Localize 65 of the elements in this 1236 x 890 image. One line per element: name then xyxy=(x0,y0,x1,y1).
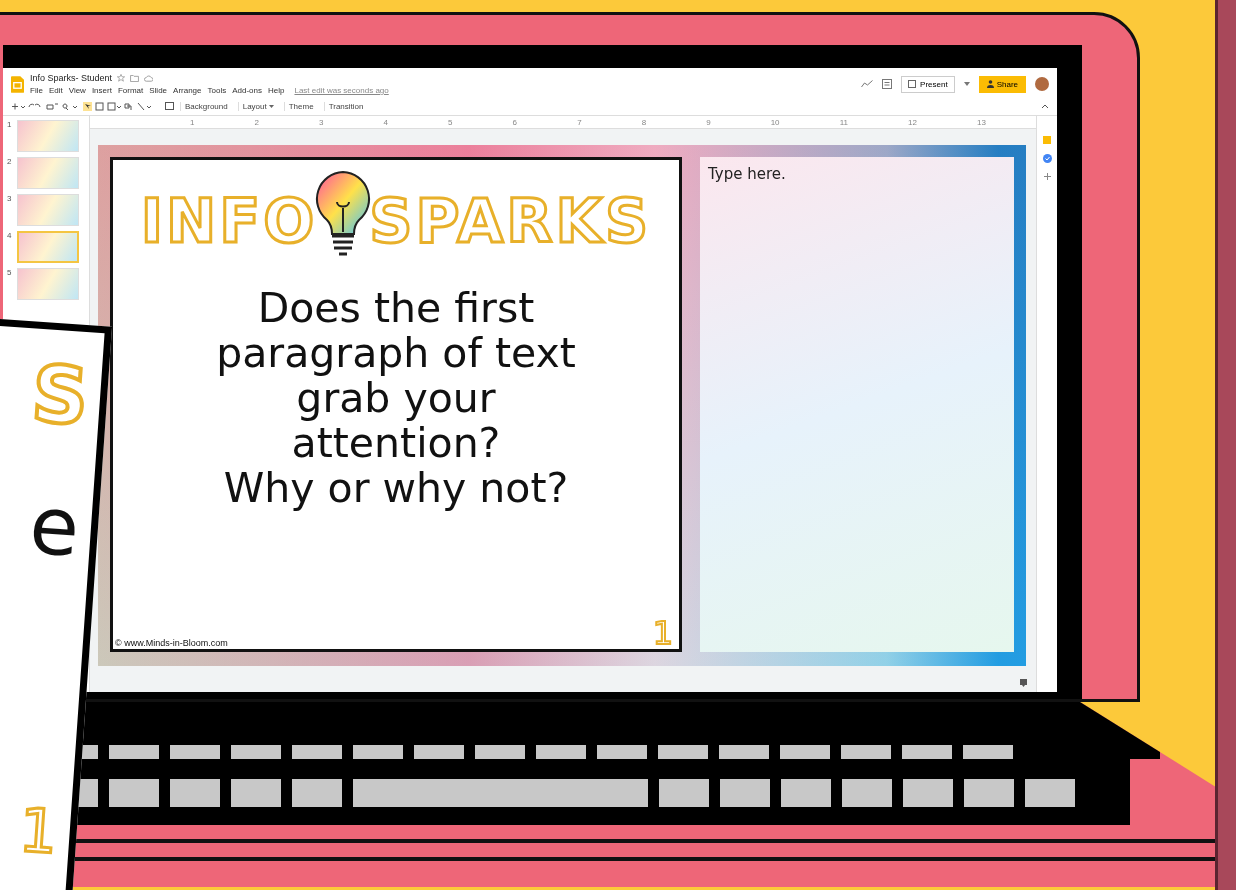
ruler-number: 4 xyxy=(383,117,389,127)
person-icon xyxy=(986,80,994,88)
logo-text: INFO xyxy=(140,186,318,258)
share-button[interactable]: Share xyxy=(978,75,1026,93)
menu-item[interactable]: Insert xyxy=(91,86,112,95)
ruler-number: 1 xyxy=(190,117,195,127)
ruler-number: 2 xyxy=(254,117,259,127)
comment-icon[interactable] xyxy=(882,79,893,89)
logo-text: S xyxy=(28,348,92,443)
ruler-number: 10 xyxy=(770,117,780,127)
slides-logo-icon xyxy=(11,75,24,93)
menu-item[interactable]: File xyxy=(30,86,43,95)
avatar[interactable] xyxy=(1035,77,1049,91)
ruler-number: 12 xyxy=(908,117,917,127)
slide-number: 4 xyxy=(7,231,13,242)
menu-item[interactable]: Slide xyxy=(149,86,168,95)
copyright-text: © www.Minds-in-Bloom.com xyxy=(115,638,228,649)
ruler-number: 9 xyxy=(706,117,711,127)
ruler-number: 11 xyxy=(839,117,848,127)
toolbar-button[interactable]: Theme xyxy=(283,101,318,111)
explore-icon[interactable] xyxy=(1019,677,1028,687)
toolbar-button[interactable]: Background xyxy=(180,101,232,111)
check-icon[interactable] xyxy=(1042,154,1052,163)
ruler-number: 13 xyxy=(977,117,986,127)
menu-item[interactable]: Format xyxy=(117,86,144,95)
ruler-number: 6 xyxy=(512,117,518,127)
menu-item[interactable]: Tools xyxy=(207,86,227,95)
slide-thumbnail[interactable] xyxy=(17,194,79,226)
present-button[interactable]: Present xyxy=(901,75,955,93)
toolbar-button[interactable]: Transition xyxy=(323,101,368,111)
slide-number: 2 xyxy=(7,157,13,168)
star-icon[interactable] xyxy=(117,74,126,82)
slide-number: 3 xyxy=(7,194,13,205)
slide-number: 5 xyxy=(7,268,13,279)
caret-icon[interactable] xyxy=(963,82,970,86)
cloud-icon[interactable] xyxy=(144,74,154,82)
folder-icon[interactable] xyxy=(130,74,140,82)
menu-item[interactable]: View xyxy=(68,86,86,95)
card-number: 1 xyxy=(17,794,61,868)
trend-icon[interactable] xyxy=(861,80,874,88)
slide-thumbnail[interactable] xyxy=(17,268,79,300)
toolbar-button[interactable]: Layout xyxy=(237,101,278,111)
question-text: Does the first paragraph of text grab your attention? Why or why not? xyxy=(216,286,576,512)
slide-thumbnail[interactable] xyxy=(17,157,79,189)
menu-item[interactable]: Help xyxy=(268,86,285,95)
ruler-number: 8 xyxy=(641,117,647,127)
document-title[interactable]: Info Sparks- Student xyxy=(30,73,113,83)
logo-text: SPARKS xyxy=(369,186,652,258)
chevron-up-icon[interactable] xyxy=(1041,103,1049,109)
ruler-number: 7 xyxy=(577,117,582,127)
ruler-number: 5 xyxy=(448,117,453,127)
menu-item[interactable]: Arrange xyxy=(173,86,202,95)
answer-box[interactable]: Type here. xyxy=(700,157,1014,652)
last-edit-link[interactable]: Last edit was seconds ago xyxy=(294,86,389,95)
comment-add-icon[interactable] xyxy=(165,102,174,110)
card-text: e xyxy=(26,478,83,575)
slide-thumbnail[interactable] xyxy=(17,231,79,263)
screen-icon xyxy=(908,80,917,88)
menu-item[interactable]: Edit xyxy=(48,86,63,95)
slide-number: 1 xyxy=(7,120,13,131)
slide-thumbnail[interactable] xyxy=(17,120,79,152)
card-number: 1 xyxy=(652,617,673,649)
ruler-number: 3 xyxy=(319,117,324,127)
plus-icon[interactable] xyxy=(1043,173,1051,180)
menu-item[interactable]: Add-ons xyxy=(232,86,262,95)
